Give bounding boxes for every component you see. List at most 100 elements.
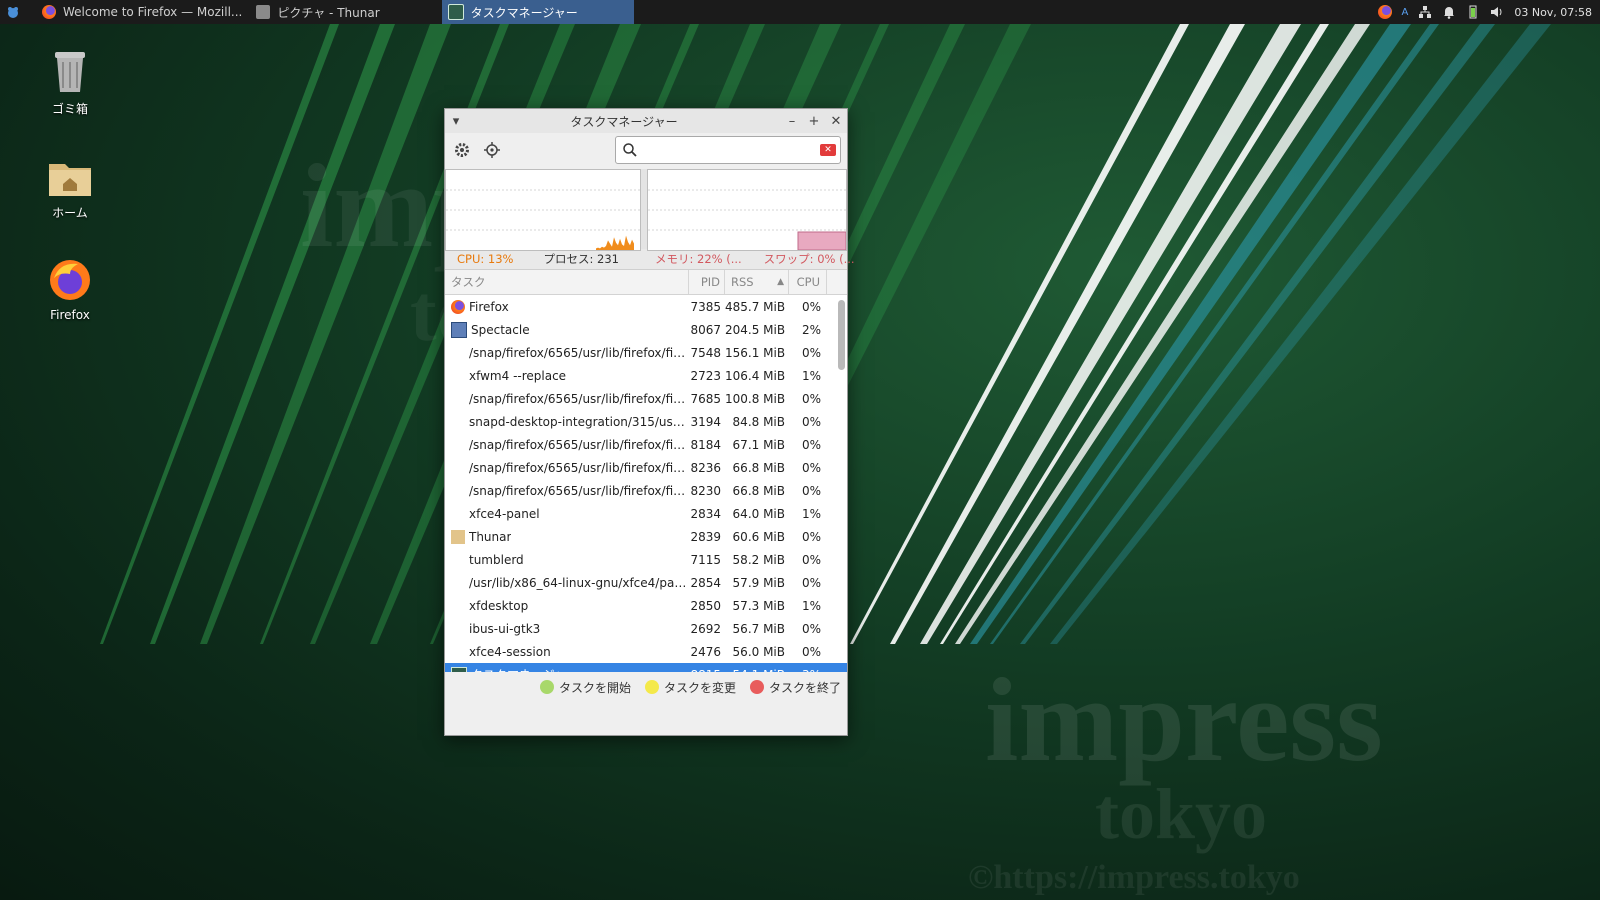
table-row[interactable]: /snap/firefox/6565/usr/lib/firefox/firef…	[445, 387, 847, 410]
window-menu-icon[interactable]: ▾	[445, 114, 467, 129]
row-task-name: /snap/firefox/6565/usr/lib/firefox/firef…	[469, 437, 689, 452]
blank-icon	[451, 645, 465, 659]
change-task-button[interactable]: タスクを変更	[644, 679, 736, 696]
search-input[interactable]	[642, 138, 820, 162]
window-titlebar[interactable]: ▾ タスクマネージャー – + ✕	[445, 109, 847, 133]
row-pid: 7548	[690, 345, 721, 360]
row-rss: 60.6 MiB	[732, 529, 785, 544]
column-header-cpu[interactable]: CPU	[789, 270, 827, 294]
blank-icon	[451, 622, 465, 636]
volume-icon[interactable]	[1490, 5, 1504, 19]
maximize-button[interactable]: +	[803, 114, 825, 129]
green-dot-icon	[539, 680, 554, 694]
row-task-cell: /snap/firefox/6565/usr/lib/firefox/firef…	[445, 484, 689, 498]
row-task-cell: snapd-desktop-integration/315/usr/bi...	[445, 415, 689, 429]
table-row[interactable]: /snap/firefox/6565/usr/lib/firefox/firef…	[445, 479, 847, 502]
row-task-name: /snap/firefox/6565/usr/lib/firefox/firef…	[469, 345, 689, 360]
firefox-tray-icon[interactable]	[1377, 5, 1392, 19]
wallpaper-stripe	[1020, 24, 1495, 644]
search-icon	[623, 143, 637, 157]
column-header-pid[interactable]: PID	[689, 270, 725, 294]
scrollbar-thumb[interactable]	[838, 300, 845, 370]
table-row[interactable]: ibus-ui-gtk3 2692 56.7 MiB 0%	[445, 617, 847, 640]
crosshair-select-icon[interactable]	[481, 139, 503, 161]
search-box[interactable]: ✕	[615, 136, 841, 164]
row-task-name: タスクマネージャー	[471, 666, 578, 672]
row-rss: 66.8 MiB	[732, 460, 785, 475]
row-task-cell: xfwm4 --replace	[445, 369, 689, 383]
settings-gear-icon[interactable]	[451, 139, 473, 161]
process-table: タスク PID RSS ▲ CPU Firefox 7385 485.7 MiB 0%…	[445, 269, 847, 672]
row-pid: 8067	[690, 322, 721, 337]
row-pid: 7685	[690, 391, 721, 406]
table-row[interactable]: xfce4-panel 2834 64.0 MiB 1%	[445, 502, 847, 525]
table-row[interactable]: /snap/firefox/6565/usr/lib/firefox/firef…	[445, 456, 847, 479]
table-row[interactable]: タスクマネージャー 881554.1 MiB3%	[445, 663, 847, 672]
row-task-name: /snap/firefox/6565/usr/lib/firefox/firef…	[469, 483, 689, 498]
row-task-name: Spectacle	[471, 322, 530, 337]
blank-icon	[451, 461, 465, 475]
taskmanager-icon	[447, 4, 464, 20]
taskbar-item-taskmanager[interactable]: タスクマネージャー	[441, 0, 634, 24]
swap-usage-label: スワップ: 0% (...	[763, 252, 855, 266]
cpu-graph	[445, 169, 641, 251]
desktop-icon-home[interactable]: ホーム	[20, 158, 120, 221]
desktop-icon-trash[interactable]: ゴミ箱	[20, 48, 120, 117]
desktop-icon-firefox[interactable]: Firefox	[20, 258, 120, 322]
cpu-usage-label: CPU: 13%	[457, 252, 514, 266]
table-row[interactable]: xfwm4 --replace 2723 106.4 MiB 1%	[445, 364, 847, 387]
input-method-indicator[interactable]: A	[1402, 7, 1409, 18]
row-task-cell: Thunar	[445, 529, 689, 544]
table-row[interactable]: Thunar 2839 60.6 MiB 0%	[445, 525, 847, 548]
end-task-label: タスクを終了	[768, 680, 841, 695]
vertical-scrollbar[interactable]	[838, 296, 845, 670]
notification-bell-icon[interactable]	[1442, 5, 1456, 19]
battery-icon[interactable]	[1466, 5, 1480, 19]
wallpaper-stripe	[100, 24, 339, 644]
blank-icon	[451, 484, 465, 498]
row-task-cell: Firefox	[445, 299, 689, 314]
app-menu-button[interactable]	[0, 0, 26, 24]
desktop-icon-label: ホーム	[52, 206, 88, 220]
table-row[interactable]: /snap/firefox/6565/usr/lib/firefox/firef…	[445, 433, 847, 456]
row-task-name: /snap/firefox/6565/usr/lib/firefox/firef…	[469, 460, 689, 475]
row-rss: 58.2 MiB	[732, 552, 785, 567]
memory-usage-area	[797, 231, 846, 250]
row-task-cell: /snap/firefox/6565/usr/lib/firefox/firef…	[445, 392, 689, 406]
clear-search-icon[interactable]: ✕	[820, 144, 836, 156]
row-pid: 7385	[690, 299, 721, 314]
firefox-icon	[42, 5, 56, 19]
table-row[interactable]: Spectacle 8067 204.5 MiB 2%	[445, 318, 847, 341]
table-row[interactable]: snapd-desktop-integration/315/usr/bi... 3…	[445, 410, 847, 433]
start-task-label: タスクを開始	[558, 680, 631, 695]
table-row[interactable]: xfdesktop 2850 57.3 MiB 1%	[445, 594, 847, 617]
trash-icon	[55, 52, 85, 92]
taskbar-item-thunar[interactable]: ピクチャ - Thunar	[250, 0, 385, 24]
table-row[interactable]: /snap/firefox/6565/usr/lib/firefox/firef…	[445, 341, 847, 364]
network-icon[interactable]	[1418, 5, 1432, 19]
row-task-cell: /snap/firefox/6565/usr/lib/firefox/firef…	[445, 346, 689, 360]
row-pid: 8230	[690, 483, 721, 498]
wallpaper-watermark-3: impress	[985, 653, 1383, 786]
memory-usage-label: メモリ: 22% (...	[654, 252, 742, 266]
minimize-button[interactable]: –	[781, 114, 803, 129]
table-row[interactable]: /usr/lib/x86_64-linux-gnu/xfce4/panel/..…	[445, 571, 847, 594]
row-pid: 8184	[690, 437, 721, 452]
column-header-rss[interactable]: RSS ▲	[725, 270, 789, 294]
table-row[interactable]: tumblerd 7115 58.2 MiB 0%	[445, 548, 847, 571]
column-header-task[interactable]: タスク	[445, 270, 689, 294]
taskbar-item-firefox[interactable]: Welcome to Firefox — Mozill...	[36, 0, 248, 24]
start-task-button[interactable]: タスクを開始	[539, 679, 631, 696]
row-task-name: xfwm4 --replace	[469, 368, 567, 383]
table-row[interactable]: xfce4-session 2476 56.0 MiB 0%	[445, 640, 847, 663]
row-task-name: xfce4-panel	[469, 506, 540, 521]
blank-icon	[451, 392, 465, 406]
close-button[interactable]: ✕	[825, 114, 847, 129]
row-pid: 2850	[690, 598, 721, 613]
row-task-name: Firefox	[469, 299, 509, 314]
table-row[interactable]: Firefox 7385 485.7 MiB 0%	[445, 295, 847, 318]
end-task-button[interactable]: タスクを終了	[749, 679, 841, 696]
row-task-cell: ibus-ui-gtk3	[445, 622, 689, 636]
row-rss: 57.3 MiB	[732, 598, 785, 613]
clock[interactable]: 03 Nov, 07:58	[1514, 6, 1592, 19]
